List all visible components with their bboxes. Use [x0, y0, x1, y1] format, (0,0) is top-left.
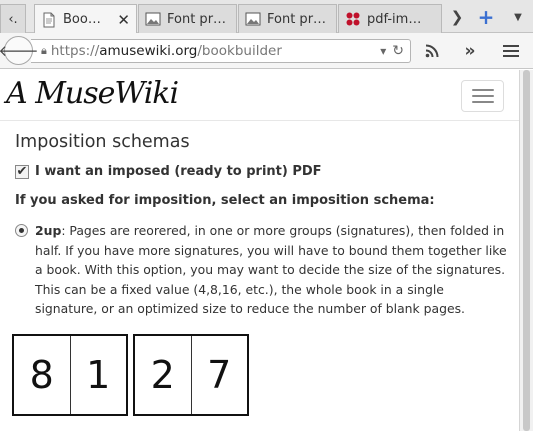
tab-scroll-label: ‹. — [8, 11, 18, 27]
back-button[interactable]: 🡐 — [0, 36, 39, 65]
rss-feed-button[interactable] — [421, 41, 443, 61]
hamburger-menu-icon — [503, 45, 519, 57]
schema-2up-description: : Pages are reorered, in one or more gro… — [35, 223, 507, 316]
tab-font-preview-1[interactable]: Font pr… — [138, 4, 237, 33]
bookbuilder-form: Imposition schemas ✔ I want an imposed (… — [15, 132, 507, 319]
tab-scroll-left-button[interactable]: ‹. — [0, 4, 26, 33]
tab-title: Boo… — [63, 12, 101, 27]
radio-selected-dot — [19, 228, 24, 233]
double-chevron-right-icon: » — [464, 41, 476, 61]
document-icon — [43, 12, 55, 27]
tab-title: pdf-im… — [367, 11, 422, 27]
page-number: 1 — [69, 336, 127, 414]
impose-pdf-option[interactable]: ✔ I want an imposed (ready to print) PDF — [15, 164, 507, 179]
hamburger-bar — [471, 95, 494, 97]
schema-2up-description-block: 2up: Pages are reorered, in one or more … — [35, 221, 507, 319]
impose-pdf-checkbox[interactable]: ✔ — [15, 164, 29, 179]
tab-title: Font pr… — [167, 11, 227, 27]
url-scheme: https:// — [50, 43, 100, 59]
chevron-down-icon[interactable]: ▾ — [380, 44, 386, 58]
folded-sheet: 2 7 — [133, 334, 249, 416]
folded-sheet: 8 1 — [12, 334, 128, 416]
image-icon — [245, 12, 261, 26]
tab-scroll-right-button[interactable]: ❯ — [448, 6, 466, 28]
url-path: /bookbuilder — [197, 43, 282, 59]
arrow-left-icon: 🡐 — [0, 42, 39, 60]
impose-pdf-label: I want an imposed (ready to print) PDF — [35, 164, 322, 179]
schema-option-2up[interactable]: 2up: Pages are reorered, in one or more … — [15, 221, 507, 319]
page-viewport: A MuseWiki Imposition schemas ✔ I want a… — [0, 70, 519, 431]
chevron-right-icon: ❯ — [450, 8, 464, 26]
image-icon — [145, 12, 161, 26]
amusewiki-logo[interactable]: A MuseWiki — [6, 76, 179, 111]
imposition-prompt: If you asked for imposition, select an i… — [15, 193, 435, 208]
url-text: https://amusewiki.org/bookbuilder — [51, 43, 282, 59]
scrollbar-thumb[interactable] — [523, 70, 530, 431]
site-header: A MuseWiki — [0, 70, 519, 121]
overflow-toolbar-button[interactable]: » — [459, 41, 481, 61]
tab-pdf-imposer[interactable]: pdf-im… — [338, 4, 442, 33]
new-tab-button[interactable]: + — [475, 5, 497, 29]
plus-icon: + — [477, 5, 495, 29]
hamburger-bar — [471, 89, 494, 91]
navigation-bar: 🔒︎ https://amusewiki.org/bookbuilder ▾ ↻… — [0, 33, 533, 69]
red-dots-icon — [346, 12, 360, 26]
page-scrollbar[interactable] — [519, 70, 533, 431]
rss-icon — [425, 44, 439, 58]
tab-title: Font pr… — [267, 11, 327, 27]
chevron-down-icon: ▼ — [514, 11, 522, 23]
open-menu-button[interactable] — [500, 41, 522, 61]
url-host: amusewiki.org — [99, 43, 198, 59]
close-tab-icon[interactable]: ✕ — [111, 11, 130, 29]
hamburger-bar — [471, 101, 494, 103]
site-menu-toggle-button[interactable] — [461, 80, 504, 112]
url-bar[interactable]: 🔒︎ https://amusewiki.org/bookbuilder ▾ ↻ — [31, 39, 411, 63]
page-number: 8 — [29, 353, 54, 397]
reload-icon[interactable]: ↻ — [392, 43, 404, 59]
lock-icon: 🔒︎ — [41, 44, 47, 57]
section-title: Imposition schemas — [15, 132, 190, 152]
url-actions: ▾ ↻ — [380, 43, 410, 59]
page-number: 2 — [150, 353, 175, 397]
schema-2up-radio[interactable] — [15, 224, 28, 237]
page-number: 7 — [190, 336, 248, 414]
tab-font-preview-2[interactable]: Font pr… — [238, 4, 337, 33]
tab-bookbuilder[interactable]: Boo… ✕ — [34, 4, 137, 34]
list-all-tabs-button[interactable]: ▼ — [510, 6, 526, 28]
checkmark-icon: ✔ — [16, 164, 28, 179]
schema-2up-name: 2up — [35, 223, 62, 238]
tab-bar: ‹. Boo… ✕ Font pr… Font pr… pdf-im… ❯ + … — [0, 0, 533, 34]
